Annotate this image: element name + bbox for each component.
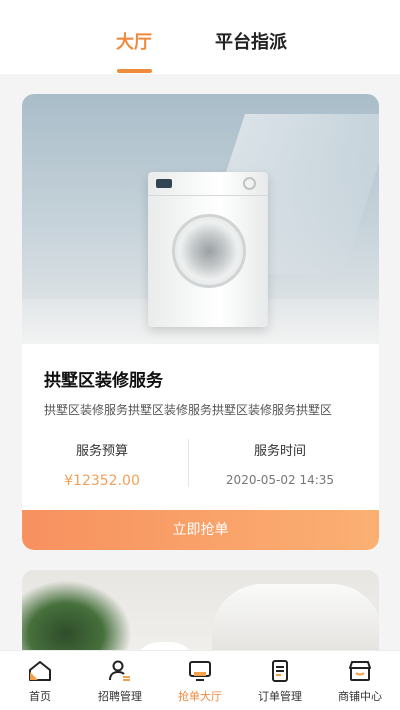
document-icon	[272, 660, 288, 682]
washer-logo	[156, 179, 172, 188]
nav-order-manage[interactable]: 订单管理	[240, 651, 320, 710]
monitor-icon	[189, 661, 211, 681]
nav-label-home: 首页	[29, 690, 51, 703]
tab-hall[interactable]: 大厅	[100, 28, 168, 54]
washer-control-panel	[148, 172, 268, 196]
washing-machine	[148, 172, 268, 327]
nav-label-grab-hall: 抢单大厅	[178, 690, 222, 703]
service-time-label: 服务时间	[253, 444, 306, 459]
washer-knob	[243, 177, 256, 190]
column-divider	[188, 439, 189, 487]
nav-recruitment[interactable]: 招聘管理	[80, 651, 160, 710]
user-list-icon	[109, 660, 130, 681]
budget-block: 服务预算 ¥12352.00	[22, 440, 182, 489]
order-title: 拱墅区装修服务	[44, 371, 163, 391]
nav-home[interactable]: 首页	[0, 651, 80, 710]
nav-label-shop-center: 商铺中心	[338, 690, 382, 703]
nav-shop-center[interactable]: 商铺中心	[320, 651, 400, 710]
washer-door	[172, 214, 246, 288]
home-icon	[29, 661, 51, 681]
bottom-navigation: 首页 招聘管理 抢单大厅 订单管理 商铺中心	[0, 650, 400, 710]
order-description: 拱墅区装修服务拱墅区装修服务拱墅区装修服务拱墅区	[44, 403, 333, 417]
grab-order-button[interactable]: 立即抢单	[22, 510, 379, 550]
service-time-value: 2020-05-02 14:35	[225, 473, 335, 487]
active-tab-indicator	[117, 69, 152, 73]
nav-label-order-manage: 订单管理	[258, 690, 302, 703]
budget-label: 服务预算	[75, 444, 128, 459]
shop-icon	[349, 661, 371, 681]
order-card[interactable]: 拱墅区装修服务 拱墅区装修服务拱墅区装修服务拱墅区装修服务拱墅区 服务预算 ¥1…	[22, 94, 379, 550]
top-tab-bar: 大厅 平台指派	[0, 0, 400, 74]
service-time-block: 服务时间 2020-05-02 14:35	[200, 440, 360, 487]
washing-machine-image	[22, 94, 379, 344]
tab-platform-assign[interactable]: 平台指派	[206, 28, 296, 54]
nav-label-recruitment: 招聘管理	[98, 690, 142, 703]
nav-grab-hall[interactable]: 抢单大厅	[160, 651, 240, 710]
budget-value: ¥12352.00	[64, 473, 140, 489]
